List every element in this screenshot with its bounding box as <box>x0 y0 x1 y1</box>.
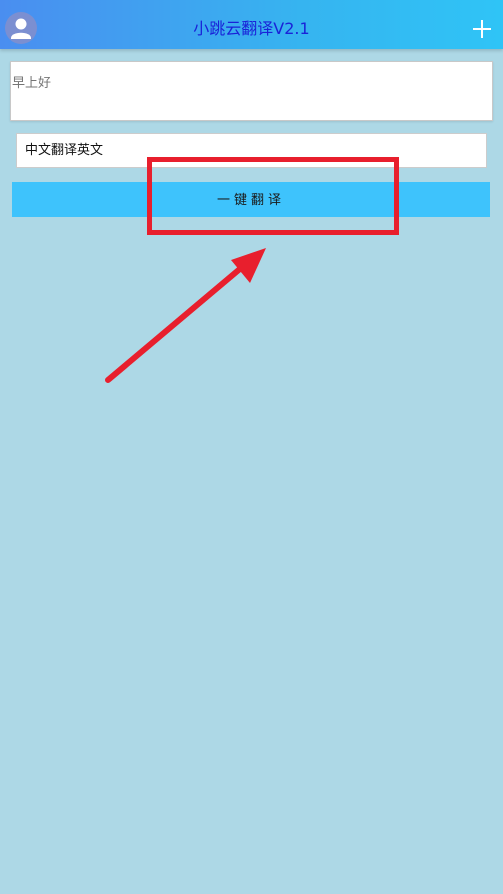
pointer-arrow-icon <box>105 248 266 383</box>
